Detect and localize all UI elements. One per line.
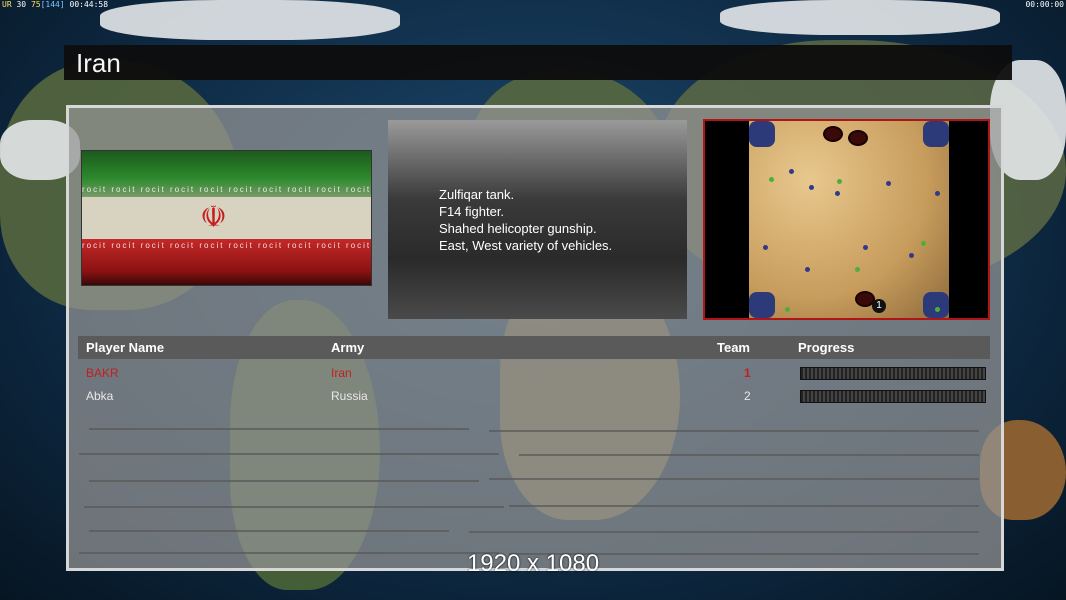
column-team: Team (717, 340, 750, 355)
feature-item: Shahed helicopter gunship. (439, 221, 597, 236)
emblem-icon: ☫ (200, 201, 227, 234)
loading-progress-bar (800, 367, 986, 380)
hud-label-d: [144] (40, 0, 65, 9)
hud-label-b: 30 (16, 0, 27, 9)
minimap-preview: 1 (703, 119, 990, 320)
army-features-list: Zulfiqar tank. F14 fighter. Shahed helic… (439, 186, 612, 254)
feature-item: F14 fighter. (439, 204, 505, 219)
player-army: Russia (331, 389, 368, 403)
player-army: Iran (331, 366, 352, 380)
loading-progress-bar (800, 390, 986, 403)
page-title: Iran (76, 48, 121, 78)
column-player-name: Player Name (86, 340, 165, 355)
players-table-header: Player Name Army Team Progress (78, 336, 990, 359)
hud-clock-right: 00:00:00 (1025, 0, 1064, 9)
player-team: 1 (744, 366, 751, 380)
player-name: BAKR (86, 366, 119, 380)
player-name: Abka (86, 389, 114, 403)
table-row: BAKR Iran 1 (78, 364, 990, 384)
feature-item: Zulfiqar tank. (439, 187, 515, 202)
hud-label-a: UR (2, 0, 12, 9)
resolution-label: 1920 x 1080 (466, 550, 600, 577)
map-terrain: 1 (749, 121, 949, 318)
player-team: 2 (744, 389, 751, 403)
feature-item: East, West variety of vehicles. (439, 238, 613, 253)
column-army: Army (331, 340, 365, 355)
iran-flag-image: ☫ rocit rocit rocit rocit rocit rocit ro… (81, 150, 372, 286)
start-position-marker: 1 (872, 299, 886, 313)
table-row: Abka Russia 2 (78, 387, 990, 407)
hud-stats: UR 30 75[144] 00:44:58 (2, 0, 108, 9)
hud-clock-left: 00:44:58 (69, 0, 109, 9)
army-description-box: Zulfiqar tank. F14 fighter. Shahed helic… (388, 120, 687, 319)
column-progress: Progress (798, 340, 855, 355)
hud-label-c: 75 (30, 0, 41, 9)
title-bar: Iran (64, 45, 1012, 80)
